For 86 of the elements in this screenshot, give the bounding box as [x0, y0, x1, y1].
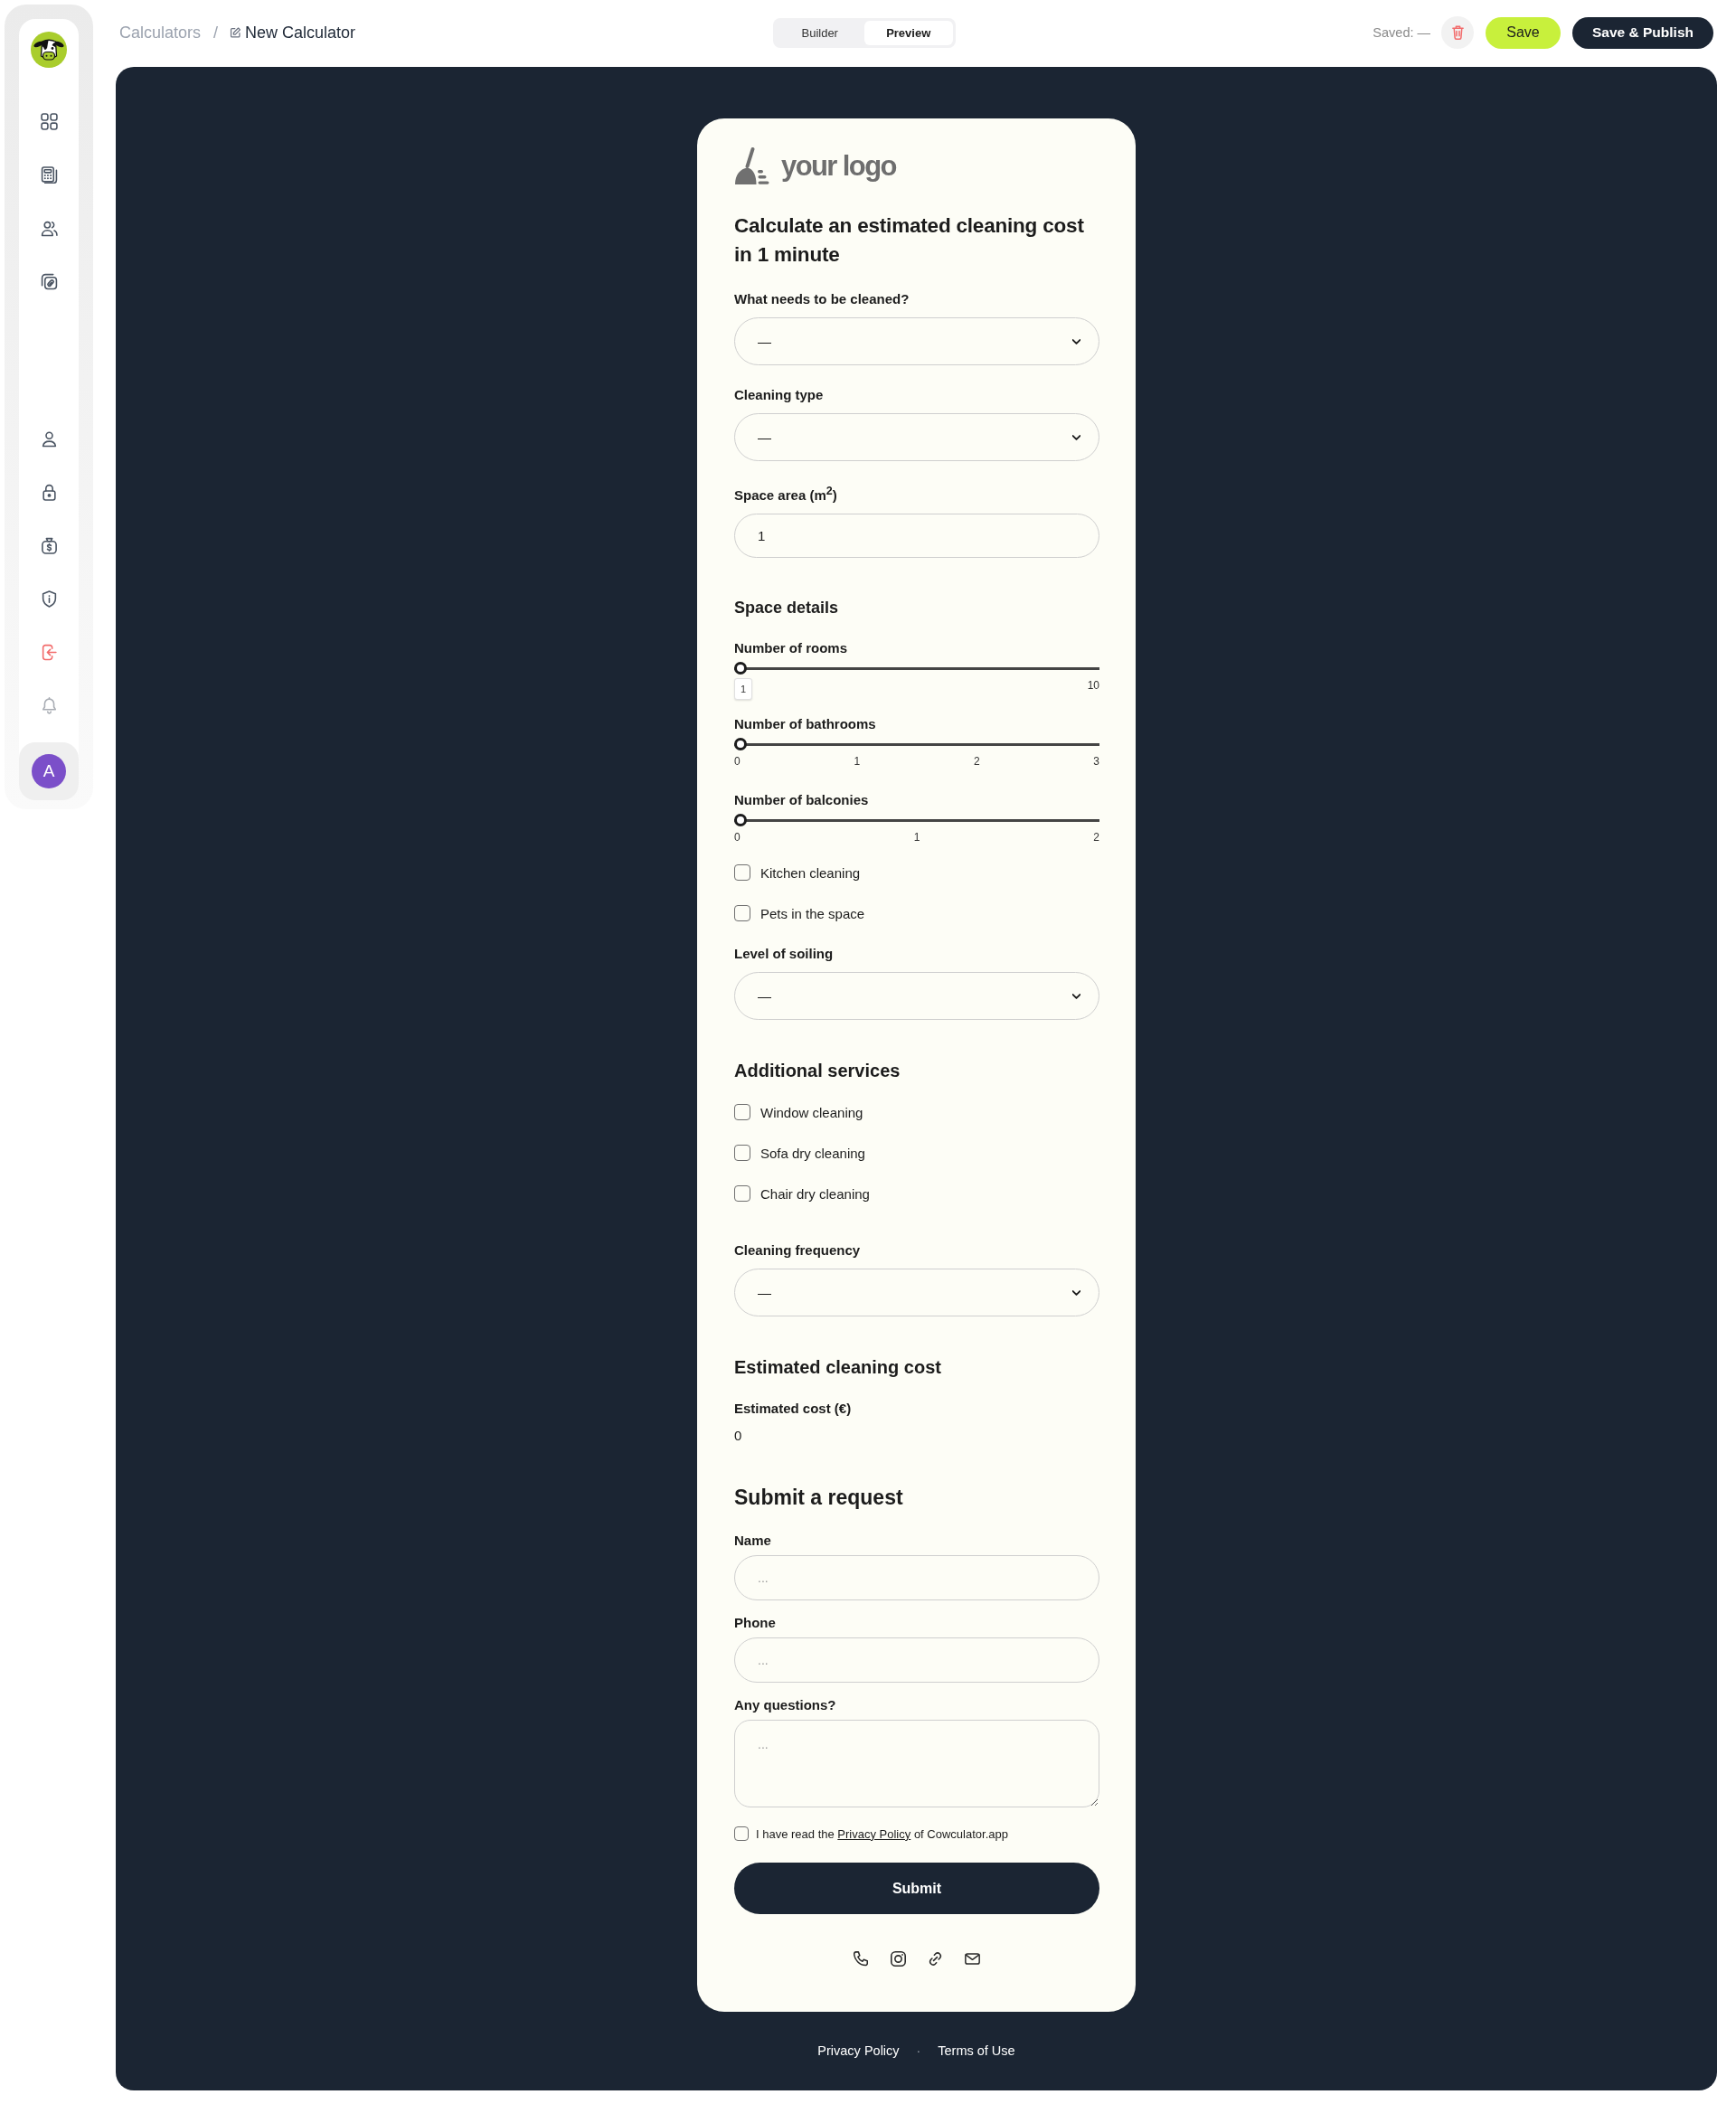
lock-icon[interactable]: [40, 484, 58, 501]
select-field[interactable]: —: [734, 317, 1099, 365]
slider-label: Number of bathrooms: [734, 715, 877, 733]
footer-link[interactable]: Terms of Use: [938, 2042, 1015, 2060]
checkbox[interactable]: [734, 1826, 749, 1841]
chevron-down-icon: [1072, 434, 1080, 440]
section-heading: Additional services: [734, 1060, 901, 1082]
section-heading: Estimated cleaning cost: [734, 1356, 942, 1379]
select-field[interactable]: —: [734, 972, 1099, 1020]
checkbox-label[interactable]: Pets in the space: [760, 905, 865, 921]
chevron-down-icon: [1072, 1289, 1080, 1296]
checkbox[interactable]: [734, 1185, 750, 1202]
slider-label: Number of balconies: [734, 791, 870, 809]
slider-value: 1: [734, 678, 753, 700]
checkbox[interactable]: [734, 864, 750, 881]
form-title: Calculate an estimated cleaning cost in 1 minute: [734, 213, 1085, 268]
publish-button[interactable]: Save & Publish: [1572, 16, 1713, 49]
link-icon[interactable]: [40, 273, 58, 290]
footer-link[interactable]: Privacy Policy: [817, 2042, 900, 2060]
cow-logo-icon[interactable]: [31, 32, 67, 68]
mode-tab[interactable]: Builder: [775, 20, 864, 45]
checkbox-label[interactable]: Chair dry cleaning: [760, 1185, 870, 1202]
tick-label: 10: [1087, 678, 1099, 693]
tick-label: 0: [734, 754, 741, 769]
delete-button[interactable]: [1441, 16, 1474, 49]
textarea-field[interactable]: ...: [734, 1720, 1099, 1807]
checkbox[interactable]: [734, 905, 750, 921]
checkbox-label[interactable]: Window cleaning: [760, 1104, 863, 1120]
submit-button[interactable]: Submit: [734, 1863, 1099, 1914]
user-icon[interactable]: [40, 430, 58, 448]
avatar[interactable]: A: [32, 754, 66, 788]
logo-text: your logo: [781, 150, 896, 183]
field-label: Cleaning frequency: [734, 1241, 862, 1260]
mail-icon[interactable]: [965, 1951, 980, 1967]
save-button[interactable]: Save: [1486, 16, 1561, 49]
checkbox-label[interactable]: Kitchen cleaning: [760, 864, 861, 881]
pencil-icon: [230, 26, 242, 39]
tick-label: 0: [734, 830, 741, 844]
slider-label: Number of rooms: [734, 639, 848, 657]
tick-label: 2: [1093, 830, 1099, 844]
link-icon[interactable]: [928, 1951, 943, 1967]
mode-tab[interactable]: Preview: [863, 20, 953, 45]
checkbox[interactable]: [734, 1104, 750, 1120]
calculator-icon[interactable]: [40, 166, 58, 184]
slider-thumb[interactable]: [734, 738, 747, 750]
chevron-down-icon: [1072, 993, 1080, 999]
tick-label: 1: [913, 830, 920, 844]
text-field[interactable]: ...: [734, 1555, 1099, 1600]
tick-label: 1: [854, 754, 861, 769]
field-label: Space area (m$^{2}$): [734, 484, 838, 505]
logout-icon[interactable]: [40, 644, 58, 661]
output-value: 0: [734, 1427, 743, 1445]
shield-icon[interactable]: [40, 590, 58, 608]
trash-icon: [1451, 25, 1464, 40]
save-status: Saved: —: [1373, 25, 1430, 40]
field-label: Name: [734, 1532, 772, 1550]
select-field[interactable]: —: [734, 1269, 1099, 1316]
checkbox-label[interactable]: Sofa dry cleaning: [760, 1145, 865, 1161]
field-label: Phone: [734, 1614, 777, 1632]
breadcrumb-item[interactable]: New Calculator: [230, 23, 356, 42]
number-field[interactable]: 1: [734, 514, 1099, 558]
field-label: What needs to be cleaned?: [734, 290, 910, 308]
select-field[interactable]: —: [734, 413, 1099, 461]
camera-icon[interactable]: [891, 1951, 906, 1967]
money-bag-icon[interactable]: [40, 537, 58, 554]
tick-label: 3: [1093, 754, 1099, 769]
section-heading: Submit a request: [734, 1485, 904, 1511]
field-label: Any questions?: [734, 1696, 837, 1714]
output-label: Estimated cost (€): [734, 1400, 853, 1418]
slider-thumb[interactable]: [734, 814, 747, 826]
chevron-down-icon: [1072, 338, 1080, 344]
privacy-policy-link[interactable]: Privacy Policy: [837, 1826, 911, 1841]
tick-label: 2: [973, 754, 980, 769]
breadcrumb-separator: /: [213, 23, 219, 42]
footer-separator: ·: [916, 2043, 921, 2058]
broom-logo-icon: [734, 147, 769, 185]
phone-icon[interactable]: [854, 1951, 869, 1967]
slider-thumb[interactable]: [734, 662, 747, 675]
users-icon[interactable]: [40, 220, 58, 237]
grid-icon[interactable]: [40, 113, 58, 130]
field-label: Level of soiling: [734, 945, 835, 963]
text-field[interactable]: ...: [734, 1637, 1099, 1683]
consent-text: I have read the Privacy Policy of Cowculator.app: [756, 1826, 1008, 1841]
section-heading: Space details: [734, 598, 840, 618]
field-label: Cleaning type: [734, 386, 825, 404]
checkbox[interactable]: [734, 1145, 750, 1161]
